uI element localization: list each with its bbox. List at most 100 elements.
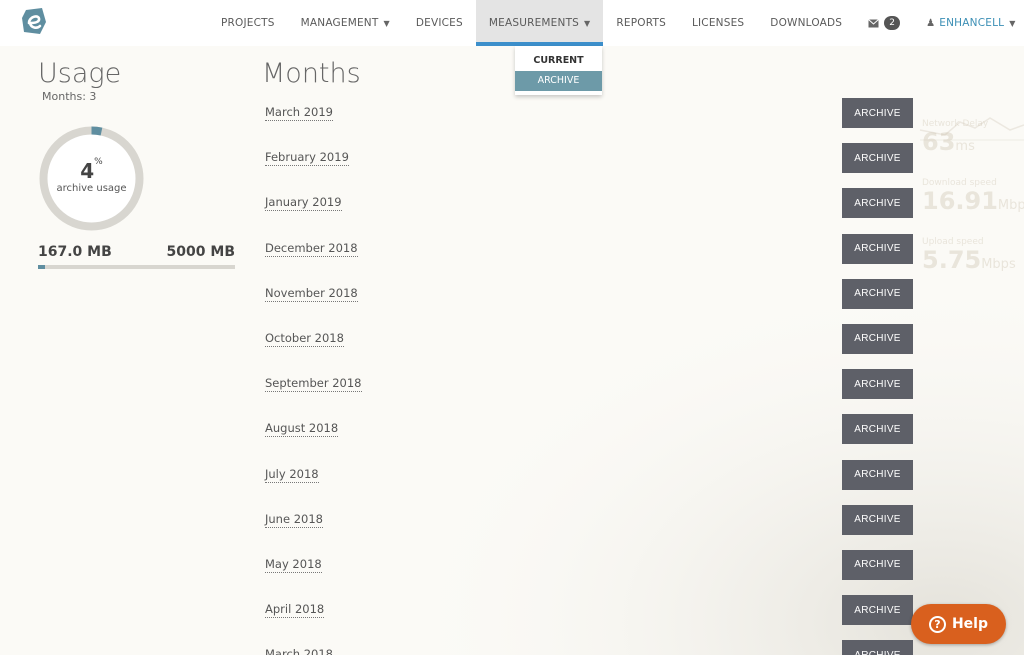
- user-name-label: ENHANCELL: [939, 17, 1005, 29]
- nav-reports[interactable]: REPORTS: [603, 0, 679, 46]
- month-row: April 2018 ARCHIVE: [265, 595, 915, 640]
- usage-percent: 4%: [38, 157, 145, 183]
- usage-progress-bar: [38, 265, 235, 269]
- month-link[interactable]: July 2018: [265, 467, 319, 483]
- nav-measurements-label: MEASUREMENTS: [488, 17, 580, 29]
- envelope-icon: [868, 18, 880, 27]
- archive-button[interactable]: ARCHIVE: [842, 98, 913, 128]
- nav-licenses[interactable]: LICENSES: [679, 0, 757, 46]
- nav-management-label: MANAGEMENT: [300, 17, 379, 29]
- month-link[interactable]: November 2018: [265, 286, 358, 302]
- ring-label: archive usage: [56, 183, 127, 194]
- background-stat: Upload speed 5.75Mbps: [922, 237, 1024, 278]
- month-row: February 2019 ARCHIVE: [265, 143, 915, 188]
- nav-management[interactable]: MANAGEMENT ▼: [288, 0, 403, 46]
- archive-button[interactable]: ARCHIVE: [842, 459, 913, 490]
- help-button[interactable]: ? Help: [911, 604, 1006, 644]
- archive-button[interactable]: ARCHIVE: [842, 188, 913, 219]
- month-link[interactable]: April 2018: [265, 602, 325, 619]
- month-row: January 2019 ARCHIVE: [265, 188, 915, 233]
- month-link[interactable]: September 2018: [265, 376, 362, 393]
- background-stat-number: 5.75: [922, 246, 982, 274]
- ring-text: 4% archive usage: [38, 125, 145, 232]
- dropdown-item-current[interactable]: CURRENT: [515, 51, 602, 71]
- nav-messages[interactable]: 2: [855, 0, 913, 46]
- month-link[interactable]: December 2018: [265, 241, 358, 257]
- archive-button[interactable]: ARCHIVE: [842, 595, 913, 626]
- measurements-dropdown: CURRENT ARCHIVE: [515, 46, 602, 95]
- nav-user-menu[interactable]: ♟ ENHANCELL ▼: [913, 0, 1024, 46]
- month-row: August 2018 ARCHIVE: [265, 414, 915, 459]
- background-stat-unit: Mbps: [997, 198, 1024, 213]
- usage-title: Usage: [38, 58, 122, 89]
- nav-projects-label: PROJECTS: [221, 17, 275, 29]
- nav-downloads[interactable]: DOWNLOADS: [757, 0, 855, 46]
- archive-button[interactable]: ARCHIVE: [842, 233, 913, 264]
- nav-measurements[interactable]: MEASUREMENTS ▼: [475, 0, 604, 46]
- nav-projects[interactable]: PROJECTS: [208, 0, 288, 46]
- nav-downloads-label: DOWNLOADS: [770, 17, 843, 29]
- background-stat: Download speed 16.91Mbps: [922, 178, 1024, 219]
- archive-button[interactable]: ARCHIVE: [842, 369, 913, 400]
- background-stat-number: 63: [922, 128, 956, 156]
- total-size: 5000 MB: [166, 244, 235, 260]
- nav-devices-label: DEVICES: [415, 17, 463, 29]
- month-link[interactable]: October 2018: [265, 331, 344, 347]
- month-row: March 2018 ARCHIVE: [265, 640, 915, 655]
- month-row: October 2018 ARCHIVE: [265, 323, 915, 369]
- month-link[interactable]: August 2018: [265, 421, 339, 438]
- usage-panel: Usage Months: 3 4% archive usage 167.0 M…: [38, 58, 238, 269]
- user-icon: ♟: [926, 17, 936, 29]
- months-count-label: Months:: [42, 90, 86, 103]
- month-link[interactable]: March 2018: [265, 647, 333, 655]
- background-stats: Network Delay 63ms Download speed 16.91M…: [922, 115, 1024, 278]
- enhancell-logo-icon[interactable]: [20, 6, 48, 36]
- usage-percent-value: 4: [80, 159, 95, 183]
- caret-down-icon: ▼: [1009, 18, 1016, 28]
- nav-menu: PROJECTS MANAGEMENT ▼ DEVICES MEASUREMENT…: [208, 0, 1024, 46]
- caret-down-icon: ▼: [383, 18, 390, 28]
- archive-button[interactable]: ARCHIVE: [842, 414, 913, 445]
- month-row: June 2018 ARCHIVE: [265, 504, 915, 550]
- month-link[interactable]: May 2018: [265, 557, 322, 573]
- months-count-value: 3: [89, 90, 97, 103]
- month-link[interactable]: March 2019: [265, 105, 333, 121]
- archive-button[interactable]: ARCHIVE: [842, 278, 913, 309]
- question-circle-icon: ?: [928, 615, 946, 633]
- background-stat-unit: Mbps: [981, 257, 1016, 272]
- usage-progress-fill: [38, 265, 45, 269]
- month-row: November 2018 ARCHIVE: [265, 278, 915, 324]
- help-label: Help: [951, 616, 989, 632]
- archive-button[interactable]: ARCHIVE: [842, 504, 913, 535]
- usage-percent-sign: %: [94, 157, 103, 167]
- archive-button[interactable]: ARCHIVE: [842, 323, 913, 354]
- background-stat-value: 5.75Mbps: [922, 247, 1024, 278]
- nav-devices[interactable]: DEVICES: [403, 0, 476, 46]
- background-stat-unit: ms: [955, 139, 975, 154]
- background-stat-value: 63ms: [922, 129, 1024, 160]
- months-count: Months: 3: [42, 90, 238, 103]
- background-stat: Network Delay 63ms: [922, 119, 1024, 160]
- dropdown-item-archive[interactable]: ARCHIVE: [515, 71, 602, 91]
- archive-button[interactable]: ARCHIVE: [842, 640, 913, 655]
- caret-down-icon: ▼: [584, 18, 591, 28]
- top-navbar: PROJECTS MANAGEMENT ▼ DEVICES MEASUREMENT…: [0, 0, 1024, 46]
- month-link[interactable]: June 2018: [265, 512, 323, 528]
- month-row: December 2018 ARCHIVE: [265, 233, 915, 279]
- used-size: 167.0 MB: [38, 244, 112, 260]
- background-stat-number: 16.91: [922, 187, 998, 215]
- archive-button[interactable]: ARCHIVE: [842, 143, 913, 174]
- message-count-badge: 2: [884, 16, 901, 30]
- background-stat-value: 16.91Mbps: [922, 188, 1024, 219]
- archive-button[interactable]: ARCHIVE: [842, 549, 913, 580]
- nav-reports-label: REPORTS: [616, 17, 666, 29]
- month-row: May 2018 ARCHIVE: [265, 549, 915, 595]
- month-list: March 2019 ARCHIVE February 2019 ARCHIVE Jan…: [265, 98, 915, 655]
- month-link[interactable]: February 2019: [265, 150, 349, 167]
- month-row: July 2018 ARCHIVE: [265, 459, 915, 505]
- usage-sizes: 167.0 MB 5000 MB: [38, 244, 235, 260]
- month-row: March 2019 ARCHIVE: [265, 98, 915, 143]
- nav-licenses-label: LICENSES: [691, 17, 745, 29]
- months-title: Months: [262, 58, 361, 89]
- month-link[interactable]: January 2019: [265, 195, 342, 212]
